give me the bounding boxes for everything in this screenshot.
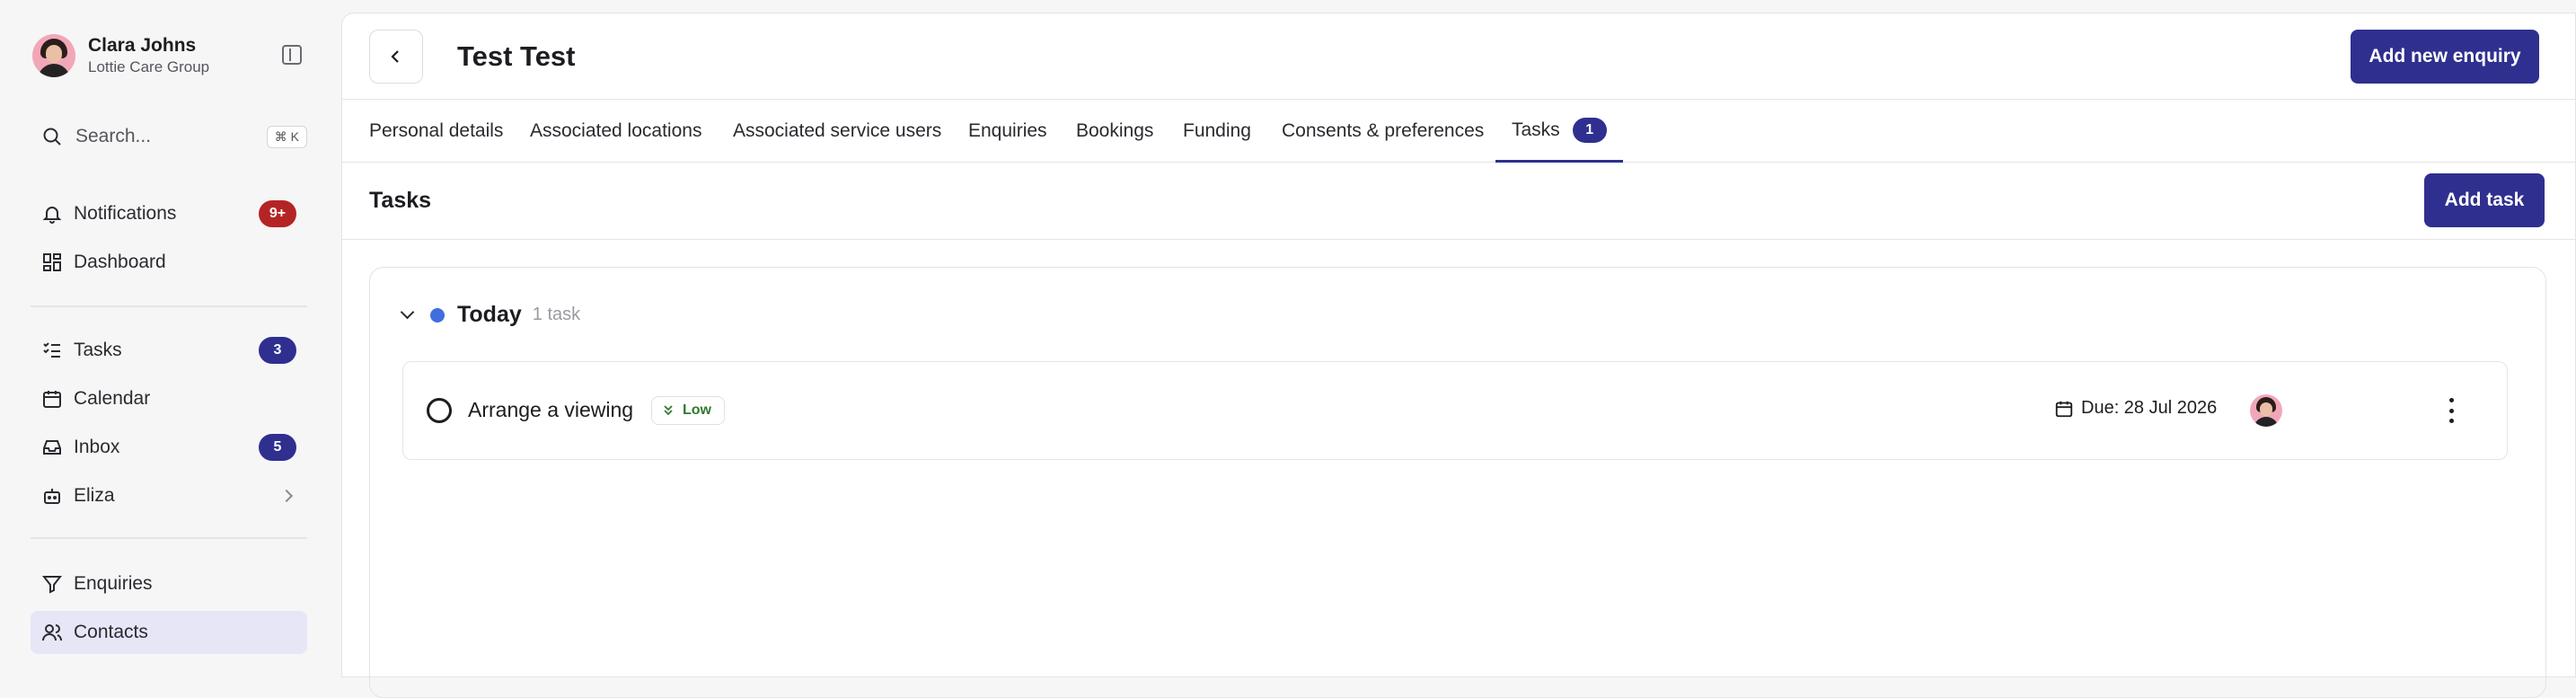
sidebar-item-eliza[interactable]: Eliza xyxy=(31,474,307,517)
status-dot xyxy=(430,307,445,322)
chevron-left-icon xyxy=(391,50,399,63)
tab-associated-service-users[interactable]: Associated service users xyxy=(733,100,941,163)
tab-consents-preferences[interactable]: Consents & preferences xyxy=(1282,100,1484,163)
calendar-icon xyxy=(2055,401,2073,417)
more-options-icon[interactable] xyxy=(2442,398,2460,423)
tab-bar: Personal details Associated locations As… xyxy=(342,100,2575,163)
sidebar-item-enquiries[interactable]: Enquiries xyxy=(31,562,307,605)
table-row[interactable]: Arrange a viewing Low Due: 28 Jul 2026 xyxy=(402,361,2508,460)
dashboard-icon xyxy=(43,253,61,271)
tab-funding[interactable]: Funding xyxy=(1183,100,1251,163)
due-date: Due: 28 Jul 2026 xyxy=(2054,398,2217,419)
sidebar-item-contacts[interactable]: Contacts xyxy=(31,611,307,654)
user-profile[interactable]: Clara Johns Lottie Care Group xyxy=(32,32,307,79)
tasks-panel: Today 1 task Arrange a viewing Low Due: … xyxy=(369,267,2546,698)
users-icon xyxy=(42,624,62,641)
page-header: Test Test Add new enquiry xyxy=(342,13,2575,100)
task-complete-checkbox[interactable] xyxy=(427,398,452,423)
bell-icon xyxy=(42,207,62,224)
sidebar-item-label: Inbox xyxy=(74,437,120,457)
page-title: Test Test xyxy=(457,40,576,72)
sidebar-item-label: Enquiries xyxy=(74,573,153,594)
calendar-icon xyxy=(43,391,61,408)
tab-enquiries[interactable]: Enquiries xyxy=(968,100,1047,163)
user-org: Lottie Care Group xyxy=(88,58,210,75)
assignee-avatar[interactable] xyxy=(2250,394,2282,427)
main-panel: Test Test Add new enquiry Personal detai… xyxy=(341,13,2576,698)
inbox-badge: 5 xyxy=(259,434,296,461)
back-button[interactable] xyxy=(369,30,423,84)
section-title: Tasks xyxy=(369,188,432,213)
sidebar-item-tasks[interactable]: Tasks 3 xyxy=(31,329,307,372)
sidebar-item-inbox[interactable]: Inbox 5 xyxy=(31,426,307,469)
sidebar-item-dashboard[interactable]: Dashboard xyxy=(31,241,307,284)
add-task-button[interactable]: Add task xyxy=(2424,173,2545,227)
priority-badge: Low xyxy=(651,396,725,425)
sidebar-item-label: Notifications xyxy=(74,203,177,224)
sidebar-item-label: Dashboard xyxy=(74,252,166,272)
avatar xyxy=(32,34,75,77)
sidebar-item-calendar[interactable]: Calendar xyxy=(31,377,307,420)
sidebar-item-notifications[interactable]: Notifications 9+ xyxy=(31,192,307,235)
sidebar: Clara Johns Lottie Care Group Search... … xyxy=(0,0,340,665)
search-input[interactable]: Search... ⌘ K xyxy=(32,115,307,158)
sidebar-item-label: Contacts xyxy=(74,622,148,642)
group-title: Today xyxy=(457,302,522,327)
section-header: Tasks Add task xyxy=(342,163,2575,240)
search-icon xyxy=(43,128,61,146)
search-shortcut: ⌘ K xyxy=(266,125,307,148)
sidebar-item-label: Eliza xyxy=(74,485,115,506)
user-name: Clara Johns xyxy=(88,35,197,56)
sidebar-item-label: Tasks xyxy=(74,340,122,360)
tab-tasks[interactable]: Tasks 1 xyxy=(1495,100,1623,163)
inbox-icon xyxy=(43,440,61,455)
tab-personal-details[interactable]: Personal details xyxy=(369,100,503,163)
sidebar-item-label: Calendar xyxy=(74,388,151,409)
robot-icon xyxy=(44,489,60,504)
sidebar-collapse-icon[interactable] xyxy=(282,45,302,65)
chevron-right-icon xyxy=(279,489,294,503)
tasks-tab-badge: 1 xyxy=(1572,117,1607,143)
task-group-header[interactable]: Today 1 task xyxy=(400,302,581,328)
group-count: 1 task xyxy=(532,305,581,324)
sidebar-divider xyxy=(31,305,307,307)
tab-associated-locations[interactable]: Associated locations xyxy=(530,100,701,163)
tasks-badge: 3 xyxy=(259,337,296,364)
task-title[interactable]: Arrange a viewing xyxy=(468,398,633,422)
filter-icon xyxy=(41,576,63,594)
tasks-icon xyxy=(43,342,60,358)
search-placeholder: Search... xyxy=(75,126,152,146)
notifications-badge: 9+ xyxy=(259,200,296,227)
sidebar-divider xyxy=(31,537,307,539)
chevrons-down-icon xyxy=(664,405,673,416)
tab-bookings[interactable]: Bookings xyxy=(1076,100,1153,163)
add-new-enquiry-button[interactable]: Add new enquiry xyxy=(2351,30,2539,84)
chevron-down-icon[interactable] xyxy=(400,305,415,320)
